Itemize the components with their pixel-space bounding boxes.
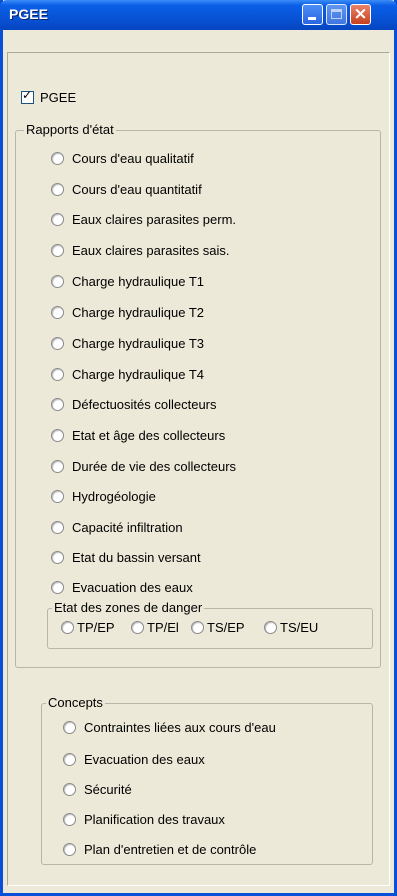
radio-button-icon[interactable] [51, 551, 64, 564]
radio-label: TP/El [147, 620, 179, 635]
status-reports-legend: Rapports d'état [24, 122, 116, 137]
radio-label: Etat du bassin versant [72, 550, 201, 565]
radio-button-icon[interactable] [51, 306, 64, 319]
radio-danger-tp-eu[interactable]: TP/El [131, 620, 179, 635]
radio-label: Evacuation des eaux [72, 580, 193, 595]
minimize-button[interactable] [302, 4, 323, 25]
radio-status-report[interactable]: Cours d'eau quantitatif [51, 182, 202, 197]
radio-button-icon[interactable] [191, 621, 204, 634]
radio-button-icon[interactable] [63, 813, 76, 826]
close-button[interactable]: × [350, 4, 371, 25]
maximize-button[interactable] [326, 4, 347, 25]
pgee-checkbox-row[interactable]: ✓ PGEE [21, 88, 77, 105]
danger-zones-legend: Etat des zones de danger [52, 600, 205, 615]
radio-button-icon[interactable] [63, 721, 76, 734]
radio-concept[interactable]: Sécurité [63, 782, 132, 797]
radio-label: Charge hydraulique T2 [72, 305, 205, 320]
radio-status-report[interactable]: Charge hydraulique T4 [51, 367, 204, 382]
radio-label: Eaux claires parasites perm. [72, 212, 237, 227]
radio-label: Cours d'eau qualitatif [72, 151, 194, 166]
radio-label: Eaux claires parasites sais. [72, 243, 230, 258]
radio-concept[interactable]: Contraintes liées aux cours d'eau [63, 720, 276, 735]
pgee-window: PGEE × ✓ PGEE Rapports d'état Cours d'ea… [0, 0, 397, 896]
maximize-icon [331, 9, 342, 19]
radio-button-icon[interactable] [51, 152, 64, 165]
window-title: PGEE [9, 6, 48, 22]
radio-label: TP/EP [77, 620, 115, 635]
radio-button-icon[interactable] [63, 783, 76, 796]
radio-status-report[interactable]: Charge hydraulique T1 [51, 274, 204, 289]
radio-button-icon[interactable] [51, 460, 64, 473]
radio-label: Défectuosités collecteurs [72, 397, 217, 412]
radio-button-icon[interactable] [51, 368, 64, 381]
radio-status-report[interactable]: Eaux claires parasites sais. [51, 243, 230, 258]
radio-status-report[interactable]: Evacuation des eaux [51, 580, 193, 595]
radio-label: Capacité infiltration [72, 520, 183, 535]
radio-label: Planification des travaux [84, 812, 225, 827]
radio-button-icon[interactable] [63, 843, 76, 856]
checkmark-icon: ✓ [22, 88, 33, 102]
minimize-icon [308, 17, 316, 20]
radio-label: Plan d'entretien et de contrôle [84, 842, 257, 857]
radio-button-icon[interactable] [61, 621, 74, 634]
radio-button-icon[interactable] [131, 621, 144, 634]
radio-status-report[interactable]: Durée de vie des collecteurs [51, 459, 236, 474]
radio-status-report[interactable]: Hydrogéologie [51, 489, 156, 504]
radio-label: Hydrogéologie [72, 489, 156, 504]
radio-status-report[interactable]: Défectuosités collecteurs [51, 397, 217, 412]
radio-concept[interactable]: Planification des travaux [63, 812, 225, 827]
pgee-checkbox[interactable]: ✓ [21, 88, 34, 104]
radio-button-icon[interactable] [51, 244, 64, 257]
radio-status-report[interactable]: Eaux claires parasites perm. [51, 212, 236, 227]
radio-button-icon[interactable] [51, 429, 64, 442]
radio-status-report[interactable]: Etat du bassin versant [51, 550, 201, 565]
radio-status-report[interactable]: Etat et âge des collecteurs [51, 428, 225, 443]
radio-label: Sécurité [84, 782, 132, 797]
radio-label: Cours d'eau quantitatif [72, 182, 202, 197]
radio-button-icon[interactable] [51, 337, 64, 350]
radio-button-icon[interactable] [264, 621, 277, 634]
radio-concept[interactable]: Plan d'entretien et de contrôle [63, 842, 256, 857]
radio-label: Charge hydraulique T1 [72, 274, 205, 289]
radio-status-report[interactable]: Capacité infiltration [51, 520, 183, 535]
radio-label: Charge hydraulique T3 [72, 336, 205, 351]
pgee-checkbox-label: PGEE [40, 90, 77, 105]
radio-danger-tp-ep[interactable]: TP/EP [61, 620, 115, 635]
title-bar[interactable]: PGEE × [0, 0, 397, 30]
radio-concept[interactable]: Evacuation des eaux [63, 752, 205, 767]
radio-button-icon[interactable] [51, 581, 64, 594]
radio-label: TS/EP [207, 620, 245, 635]
radio-label: Evacuation des eaux [84, 752, 205, 767]
radio-button-icon[interactable] [51, 398, 64, 411]
radio-button-icon[interactable] [51, 490, 64, 503]
radio-status-report[interactable]: Charge hydraulique T3 [51, 336, 204, 351]
radio-label: Durée de vie des collecteurs [72, 459, 237, 474]
radio-danger-ts-ep[interactable]: TS/EP [191, 620, 245, 635]
radio-status-report[interactable]: Cours d'eau qualitatif [51, 151, 194, 166]
radio-label: Charge hydraulique T4 [72, 367, 205, 382]
radio-danger-ts-eu[interactable]: TS/EU [264, 620, 318, 635]
concepts-legend: Concepts [46, 695, 105, 710]
radio-status-report[interactable]: Charge hydraulique T2 [51, 305, 204, 320]
radio-button-icon[interactable] [51, 213, 64, 226]
radio-button-icon[interactable] [63, 753, 76, 766]
close-icon: × [353, 4, 368, 24]
radio-button-icon[interactable] [51, 183, 64, 196]
radio-button-icon[interactable] [51, 521, 64, 534]
radio-label: Etat et âge des collecteurs [72, 428, 226, 443]
radio-label: TS/EU [280, 620, 319, 635]
radio-label: Contraintes liées aux cours d'eau [84, 720, 276, 735]
radio-button-icon[interactable] [51, 275, 64, 288]
